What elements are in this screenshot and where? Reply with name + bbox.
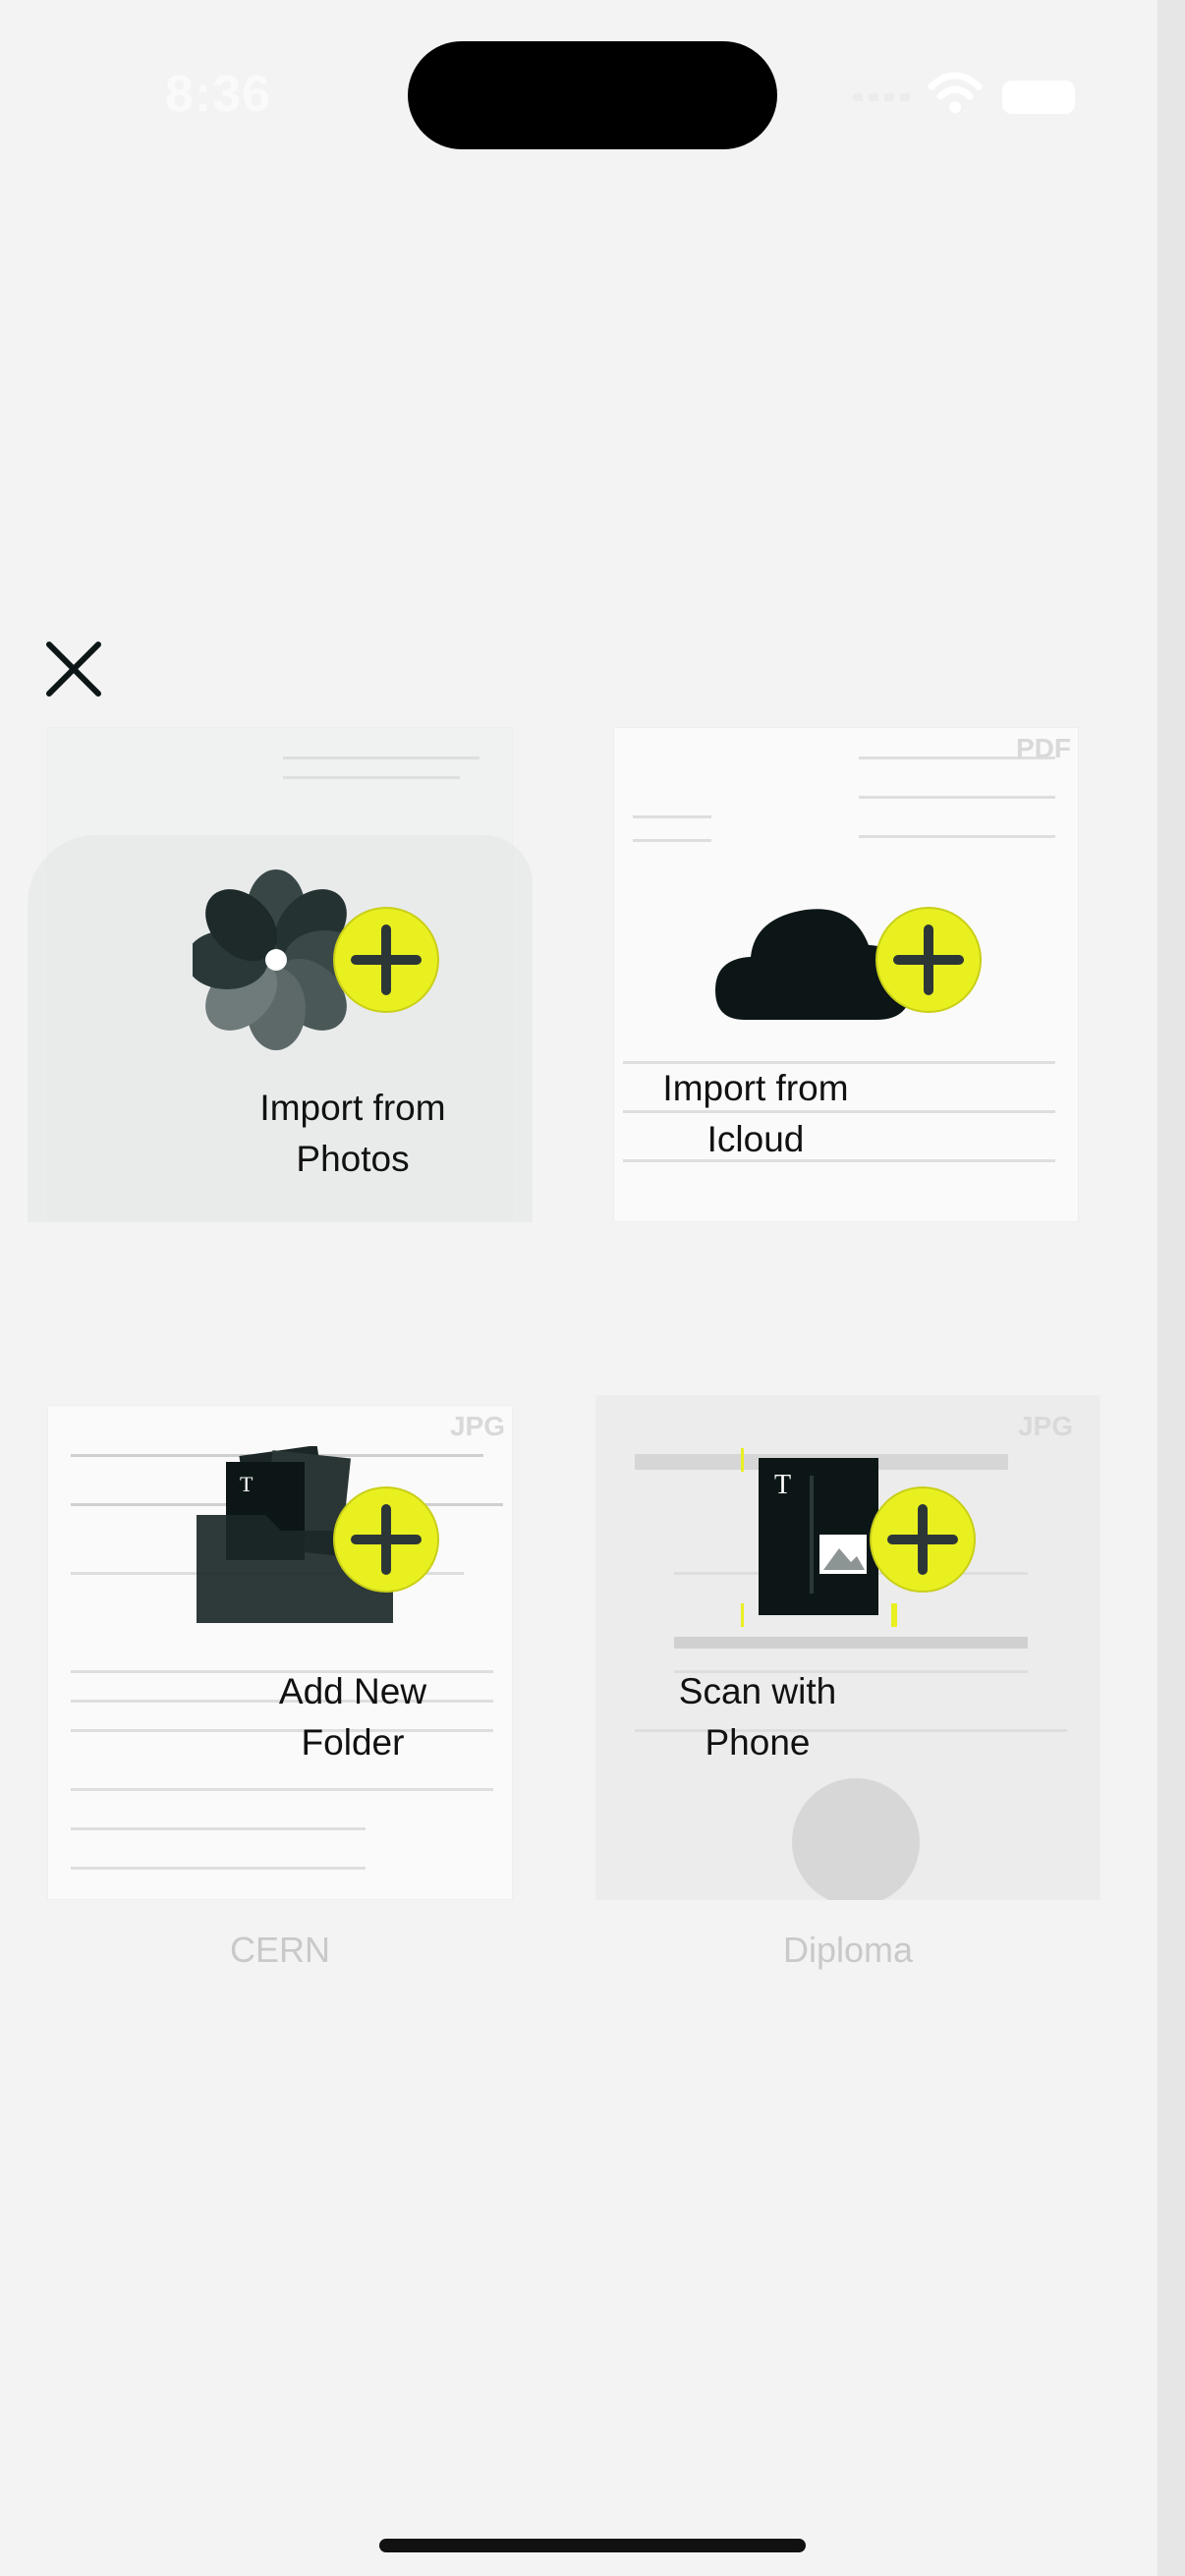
label-line-2: Icloud bbox=[706, 1119, 805, 1159]
label-line-1: Import from bbox=[259, 1088, 446, 1128]
document-caption: CERN bbox=[229, 1930, 330, 1970]
add-folder-label: Add New Folder bbox=[102, 1666, 533, 1768]
svg-text:T: T bbox=[240, 1472, 254, 1496]
label-line-2: Phone bbox=[705, 1722, 811, 1763]
import-icloud-label: Import from Icloud bbox=[593, 1063, 1006, 1165]
plus-icon bbox=[333, 1486, 439, 1593]
import-from-photos-button[interactable]: Import from Photos bbox=[28, 717, 533, 1222]
file-type-badge: JPG bbox=[449, 1411, 505, 1441]
label-line-1: Scan with bbox=[678, 1671, 837, 1711]
battery-icon bbox=[1002, 81, 1075, 114]
import-from-icloud-button[interactable]: PDF Import from Icloud bbox=[593, 717, 1099, 1222]
plus-icon bbox=[333, 907, 439, 1013]
label-line-1: Import from bbox=[662, 1068, 849, 1108]
import-photos-label: Import from Photos bbox=[102, 1083, 533, 1185]
plus-icon bbox=[870, 1486, 976, 1593]
signal-icon bbox=[853, 88, 916, 106]
plus-icon bbox=[875, 907, 982, 1013]
scan-with-phone-button[interactable]: JPG T Scan with Phone bbox=[595, 1395, 1100, 1900]
label-line-1: Add New bbox=[278, 1671, 427, 1711]
scroll-edge bbox=[1157, 0, 1185, 2576]
wifi-icon bbox=[928, 72, 983, 113]
dynamic-island bbox=[408, 41, 777, 149]
close-button[interactable] bbox=[41, 637, 106, 701]
status-bar: 8:36 bbox=[0, 0, 1185, 187]
label-line-2: Folder bbox=[301, 1722, 405, 1763]
label-line-2: Photos bbox=[296, 1139, 410, 1179]
status-time: 8:36 bbox=[165, 66, 272, 123]
scan-phone-label: Scan with Phone bbox=[595, 1666, 1008, 1768]
close-icon bbox=[46, 642, 101, 697]
home-indicator[interactable] bbox=[379, 2539, 806, 2552]
file-type-badge: PDF bbox=[1016, 733, 1071, 763]
add-new-folder-button[interactable]: JPG T Add New Folder bbox=[28, 1395, 533, 1900]
document-caption: Diploma bbox=[782, 1930, 914, 1970]
file-type-badge: JPG bbox=[1017, 1411, 1073, 1441]
svg-text:T: T bbox=[774, 1470, 791, 1500]
